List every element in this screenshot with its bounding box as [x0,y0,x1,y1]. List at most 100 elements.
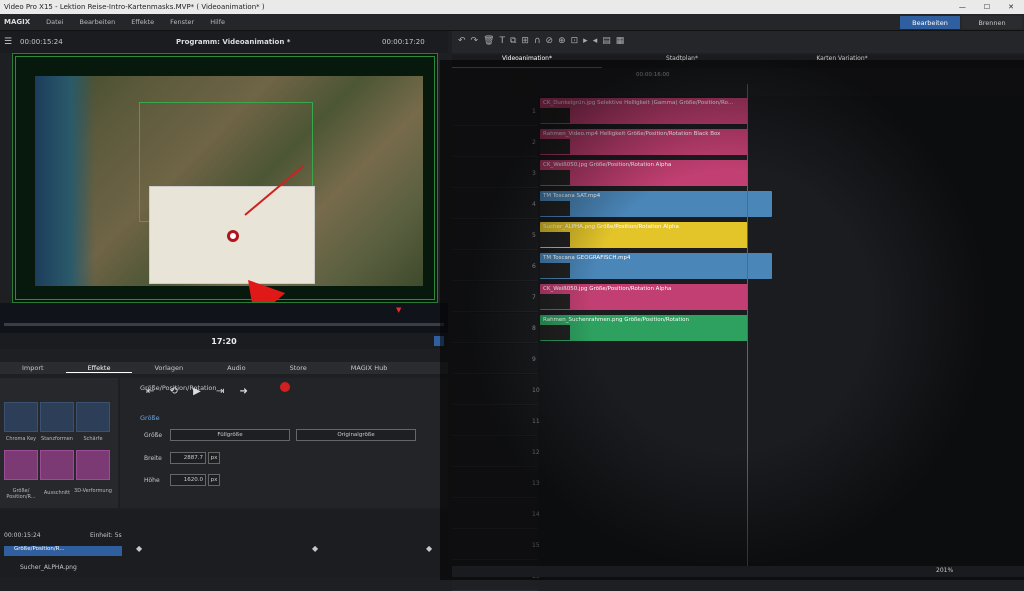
track-header[interactable]: 12 [452,437,540,467]
track-number: 7 [532,294,536,301]
track-header[interactable]: 11 [452,406,540,436]
browser-tabs: Import Effekte Vorlagen Audio Store MAGI… [0,362,448,374]
menu-hilfe[interactable]: Hilfe [202,18,233,26]
clip-label: CK_Dunkelgrün.jpg Selektive Helligkeit (… [543,100,734,106]
marker-icon[interactable]: ▼ [396,306,401,314]
height-input[interactable]: 1620.0 [170,474,206,486]
track-header[interactable]: 14 [452,499,540,529]
timeline-clip[interactable]: Sucher_ALPHA.png Größe/Position/Rotation… [540,222,748,248]
playhead[interactable] [747,84,748,566]
height-unit[interactable]: px [208,474,220,486]
tab-store[interactable]: Store [268,364,329,372]
hamburger-icon[interactable]: ☰ [4,37,12,47]
track-header[interactable]: 15 [452,530,540,560]
tab-videoanimation[interactable]: Videoanimation* [452,55,602,68]
tool-icons[interactable]: ↶↷🗑T⧉⊞∩⊘⊕⊡▸◂▤▦ [458,36,629,46]
timeline-clip[interactable]: TM Toscana GEOGRAFISCH.mp4 [540,253,772,279]
clip-label: CK_Weiß050.jpg Größe/Position/Rotation A… [543,286,672,292]
keyframe-panel: 00:00:15:24 Einheit: 5s Größe/Position/R… [0,510,448,577]
minimize-icon[interactable]: — [959,3,966,11]
track-number: 14 [532,511,540,518]
close-icon[interactable]: ✕ [1008,3,1014,11]
track-header[interactable]: 2 [452,127,538,157]
track-header[interactable]: 5 [452,220,538,250]
effect-label: Stanzformen [41,436,73,442]
track-header[interactable]: 10 [452,375,540,405]
original-size-button[interactable]: Originalgröße [296,429,416,441]
tab-magix-hub[interactable]: MAGIX Hub [329,364,410,372]
clip-thumbnail [540,201,570,216]
track-header[interactable]: 6 [452,251,538,281]
video-preview[interactable] [12,53,438,303]
zoom-level: 201% [936,567,954,574]
fill-size-button[interactable]: Füllgröße [170,429,290,441]
kf-track[interactable]: Größe/Position/R... [4,546,122,556]
tab-vorlagen[interactable]: Vorlagen [132,364,205,372]
effect-ausschnitt[interactable] [40,450,74,480]
keyframe-diamond[interactable]: ◆ [312,544,318,553]
mic-icon[interactable] [434,336,444,346]
tab-audio[interactable]: Audio [205,364,267,372]
track-number: 13 [532,480,540,487]
effect-3d-verformung[interactable] [76,450,110,480]
project-tabs: Videoanimation* Stadtplan* Karten Variat… [452,55,1024,68]
clip-label: CK_Weiß050.jpg Größe/Position/Rotation A… [543,162,672,168]
timeline-clip[interactable]: Rahmen_Suchenrahmen.png Größe/Position/R… [540,315,748,341]
effect-chroma-key[interactable] [4,402,38,432]
record-icon[interactable] [280,382,290,392]
track-number: 10 [532,387,540,394]
clip-label: TM Toscana SAT.mp4 [543,193,601,199]
effect-label: Ausschnitt [43,490,71,496]
mode-burn-button[interactable]: Brennen [962,16,1022,29]
track-header[interactable]: 4 [452,189,538,219]
maximize-icon[interactable]: ☐ [984,3,990,11]
clip-label: Sucher_ALPHA.png Größe/Position/Rotation… [543,224,679,230]
timeline-clip[interactable]: TM Toscana SAT.mp4 [540,191,772,217]
track-header[interactable]: 13 [452,468,540,498]
tab-import[interactable]: Import [0,364,66,372]
effect-stanzformen[interactable] [40,402,74,432]
time-ruler[interactable]: 00:00:16:00 [538,68,1024,96]
ruler-time: 00:00:16:00 [636,72,670,78]
timeline-clip[interactable]: Rahmen_Video.mp4 Helligkeit Größe/Positi… [540,129,748,155]
kf-time: 00:00:15:24 [4,532,41,539]
effect-groesse-position[interactable] [4,450,38,480]
timeline-clip[interactable]: CK_Weiß050.jpg Größe/Position/Rotation A… [540,160,748,186]
menu-bar: MAGIX Datei Bearbeiten Effekte Fenster H… [0,14,1024,31]
keyframe-diamond[interactable]: ◆ [426,544,432,553]
width-input[interactable]: 2887.7 [170,452,206,464]
menu-datei[interactable]: Datei [38,18,71,26]
track-header[interactable]: 8 [452,313,538,343]
menu-bearbeiten[interactable]: Bearbeiten [71,18,123,26]
track-header[interactable]: 7 [452,282,538,312]
section-title[interactable]: Größe [140,414,160,422]
tab-stadtplan[interactable]: Stadtplan* [602,55,762,68]
track-header[interactable]: 3 [452,158,538,188]
track-number: 6 [532,263,536,270]
tab-karten-variation[interactable]: Karten Variation* [762,55,922,68]
track-number: 8 [532,325,536,332]
position-display: 17:20 [0,333,448,349]
preview-scrubber[interactable] [4,323,444,326]
mode-edit-button[interactable]: Bearbeiten [900,16,960,29]
timeline-clip[interactable]: CK_Weiß050.jpg Größe/Position/Rotation A… [540,284,748,310]
track-header[interactable]: 1 [452,96,538,126]
track-number: 15 [532,542,540,549]
track-header[interactable]: 9 [452,344,538,374]
effect-schaerfe[interactable] [76,402,110,432]
position-time: 17:20 [211,336,237,346]
track-number: 5 [532,232,536,239]
width-unit[interactable]: px [208,452,220,464]
preview-header: ☰ 00:00:15:24 Programm: Videoanimation *… [0,31,448,53]
timeline-clip[interactable]: CK_Dunkelgrün.jpg Selektive Helligkeit (… [540,98,748,124]
track-number: 4 [532,201,536,208]
menu-effekte[interactable]: Effekte [123,18,162,26]
properties-panel: Größe/Position/Rotation ⇤ ⟲ ▶ ⇥ ➜ Größe … [120,378,448,508]
tab-effekte[interactable]: Effekte [65,364,133,373]
transport-icons[interactable]: ⇤ ⟲ ▶ ⇥ ➜ [146,386,254,397]
track-number: 2 [532,139,536,146]
program-title: Programm: Videoanimation * [176,38,291,46]
menu-fenster[interactable]: Fenster [162,18,202,26]
keyframe-diamond[interactable]: ◆ [136,544,142,553]
track-number: 9 [532,356,536,363]
